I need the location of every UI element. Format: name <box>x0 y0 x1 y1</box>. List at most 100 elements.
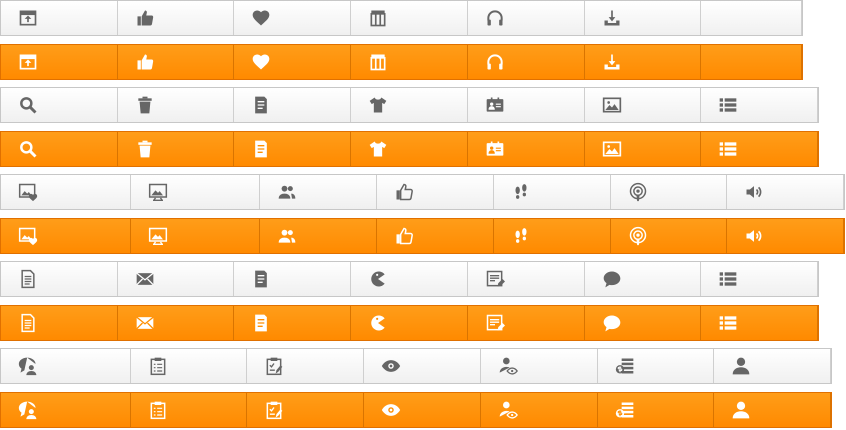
thumbs-up-button[interactable] <box>118 1 235 35</box>
icon-bar-orange <box>0 305 819 341</box>
icon-bar-gray <box>0 261 819 297</box>
calendar-columns-icon <box>370 54 386 71</box>
chat-bubble-button[interactable] <box>585 262 702 296</box>
document-icon <box>255 96 268 114</box>
document-button[interactable] <box>234 88 352 122</box>
calendar-columns-button[interactable] <box>351 1 468 35</box>
document-button[interactable] <box>234 262 352 296</box>
headphones-button[interactable] <box>468 45 585 79</box>
text-file-icon <box>21 313 35 333</box>
text-file-icon <box>21 269 35 289</box>
mail-button[interactable] <box>118 306 235 340</box>
list-icon <box>719 316 737 330</box>
image-button[interactable] <box>585 88 702 122</box>
user-button[interactable] <box>714 349 831 383</box>
download-tray-icon <box>604 54 620 70</box>
download-tray-button[interactable] <box>585 45 702 79</box>
headphones-button[interactable] <box>468 1 585 35</box>
document-button[interactable] <box>234 132 352 166</box>
empty-button[interactable] <box>701 1 802 35</box>
heart-icon <box>253 10 270 26</box>
note-pen-icon <box>486 270 505 287</box>
upload-window-icon <box>19 54 37 70</box>
speaker-button[interactable] <box>727 219 844 253</box>
search-icon <box>20 97 37 114</box>
chat-user-icon <box>18 357 37 376</box>
clipboard-button[interactable] <box>131 349 248 383</box>
mail-button[interactable] <box>118 262 235 296</box>
t-shirt-button[interactable] <box>351 88 468 122</box>
download-tray-button[interactable] <box>585 1 702 35</box>
note-pen-button[interactable] <box>468 262 585 296</box>
clipboard-button[interactable] <box>131 393 248 427</box>
money-stack-icon <box>615 358 633 374</box>
footprints-button[interactable] <box>494 175 611 209</box>
document-button[interactable] <box>234 306 352 340</box>
id-card-button[interactable] <box>468 88 585 122</box>
podcast-icon <box>629 182 646 202</box>
heart-icon <box>253 54 270 70</box>
headphones-icon <box>487 54 503 70</box>
user-view-button[interactable] <box>481 393 598 427</box>
t-shirt-button[interactable] <box>351 132 468 166</box>
pacman-button[interactable] <box>351 262 468 296</box>
thumbs-up-outline-button[interactable] <box>377 175 494 209</box>
trash-button[interactable] <box>118 88 235 122</box>
text-file-button[interactable] <box>1 306 118 340</box>
user-button[interactable] <box>714 393 831 427</box>
picture-slideshow-icon <box>148 183 167 201</box>
picture-heart-button[interactable] <box>1 219 131 253</box>
image-button[interactable] <box>585 132 702 166</box>
text-file-button[interactable] <box>1 262 118 296</box>
icon-bar-orange <box>0 131 819 167</box>
chat-user-button[interactable] <box>1 393 131 427</box>
users-button[interactable] <box>260 175 378 209</box>
empty-button[interactable] <box>701 45 802 79</box>
chat-user-button[interactable] <box>1 349 131 383</box>
list-button[interactable] <box>701 132 819 166</box>
user-icon <box>732 401 750 419</box>
user-view-button[interactable] <box>481 349 598 383</box>
search-button[interactable] <box>1 132 118 166</box>
heart-button[interactable] <box>234 1 352 35</box>
picture-slideshow-button[interactable] <box>131 175 261 209</box>
upload-window-icon <box>19 10 37 26</box>
t-shirt-icon <box>369 141 387 157</box>
heart-button[interactable] <box>234 45 352 79</box>
money-stack-button[interactable] <box>598 393 715 427</box>
clipboard-check-button[interactable] <box>247 393 365 427</box>
chat-user-icon <box>18 401 37 420</box>
search-button[interactable] <box>1 88 118 122</box>
picture-heart-button[interactable] <box>1 175 131 209</box>
icon-bar-orange <box>0 392 832 428</box>
t-shirt-icon <box>369 97 387 113</box>
id-card-button[interactable] <box>468 132 585 166</box>
footprints-button[interactable] <box>494 219 611 253</box>
picture-slideshow-button[interactable] <box>131 219 261 253</box>
eye-button[interactable] <box>364 349 481 383</box>
money-stack-button[interactable] <box>598 349 715 383</box>
list-button[interactable] <box>701 262 819 296</box>
list-icon <box>719 142 737 156</box>
list-button[interactable] <box>701 306 819 340</box>
clipboard-check-button[interactable] <box>247 349 365 383</box>
list-button[interactable] <box>701 88 819 122</box>
calendar-columns-icon <box>370 10 386 27</box>
eye-button[interactable] <box>364 393 481 427</box>
users-button[interactable] <box>260 219 378 253</box>
speaker-button[interactable] <box>727 175 844 209</box>
chat-bubble-button[interactable] <box>585 306 702 340</box>
note-pen-button[interactable] <box>468 306 585 340</box>
upload-window-button[interactable] <box>1 45 118 79</box>
podcast-button[interactable] <box>611 175 728 209</box>
podcast-button[interactable] <box>611 219 728 253</box>
thumbs-up-button[interactable] <box>118 45 235 79</box>
pacman-button[interactable] <box>351 306 468 340</box>
image-icon <box>602 97 621 113</box>
trash-button[interactable] <box>118 132 235 166</box>
upload-window-button[interactable] <box>1 1 118 35</box>
headphones-icon <box>487 10 503 26</box>
calendar-columns-button[interactable] <box>351 45 468 79</box>
thumbs-up-outline-button[interactable] <box>377 219 494 253</box>
trash-icon <box>138 140 152 158</box>
